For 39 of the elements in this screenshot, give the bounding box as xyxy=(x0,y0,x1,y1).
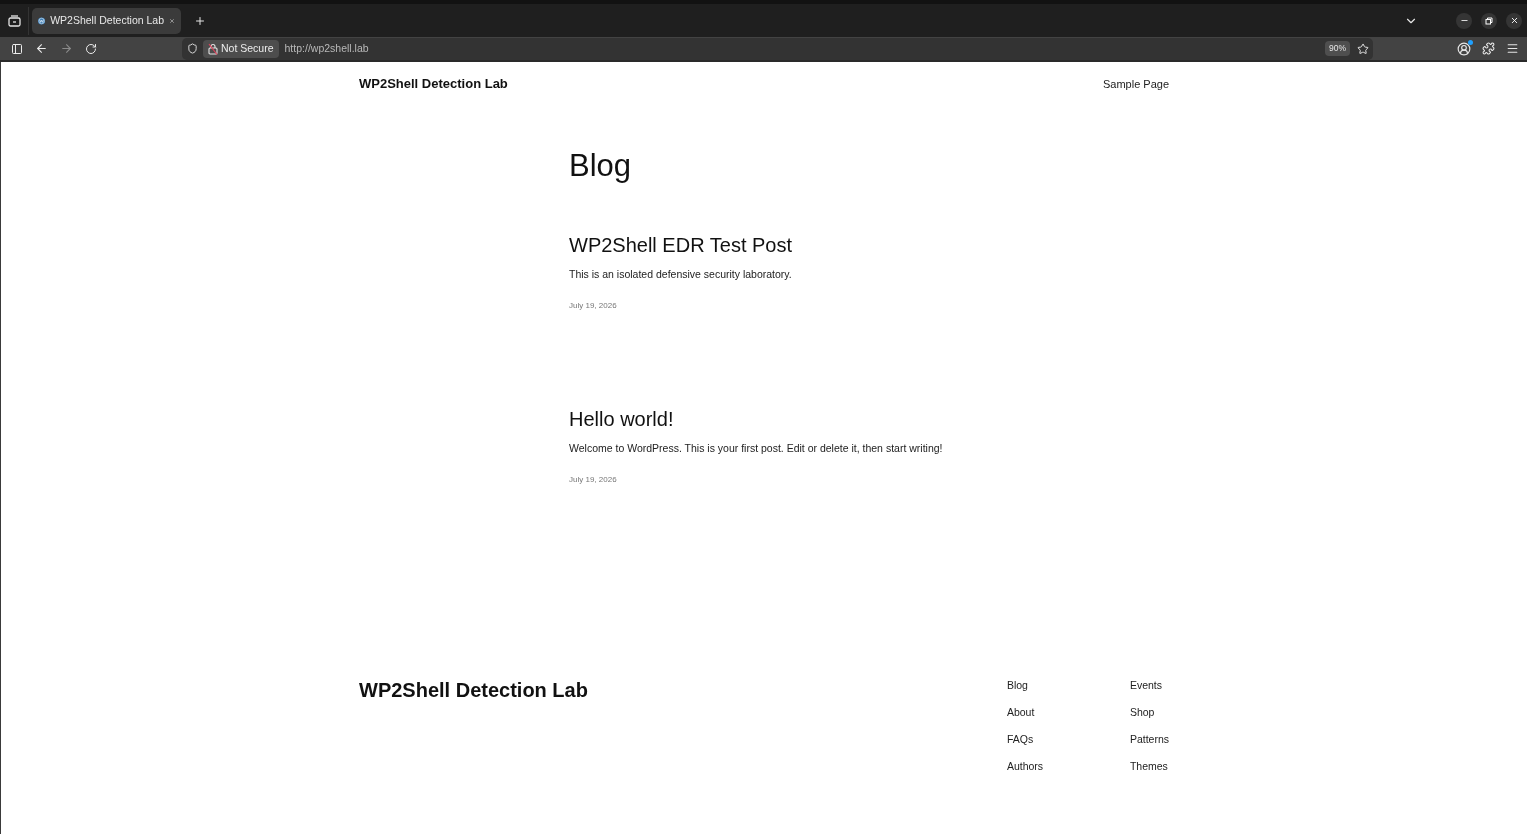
close-window-icon[interactable] xyxy=(1506,12,1522,29)
not-secure-badge[interactable]: Not Secure xyxy=(203,39,279,58)
footer-link[interactable]: Shop xyxy=(1129,704,1155,720)
footer-link[interactable]: Authors xyxy=(1006,758,1044,774)
menu-icon[interactable] xyxy=(1506,42,1519,55)
tab-list-icon[interactable] xyxy=(7,14,21,27)
reload-icon[interactable] xyxy=(85,42,97,55)
address-bar[interactable]: Not Secure http://wp2shell.lab 90% xyxy=(182,37,1373,60)
footer-site-title[interactable]: WP2Shell Detection Lab xyxy=(359,677,588,703)
forward-icon[interactable] xyxy=(60,42,73,55)
post-date[interactable]: July 19, 2026 xyxy=(569,474,617,486)
wordpress-logo-icon xyxy=(38,14,46,27)
lock-slash-icon xyxy=(208,42,218,55)
page-title: Blog xyxy=(569,147,633,184)
bookmark-star-icon[interactable] xyxy=(1357,42,1369,55)
post-title[interactable]: Hello world! xyxy=(569,407,1129,431)
url-text: http://wp2shell.lab xyxy=(284,40,369,56)
account-icon[interactable] xyxy=(1457,41,1471,56)
back-icon[interactable] xyxy=(35,42,48,55)
footer-link[interactable]: FAQs xyxy=(1006,731,1034,747)
new-tab-icon[interactable] xyxy=(194,14,206,27)
nav-link[interactable]: Sample Page xyxy=(1102,75,1169,93)
browser-tab[interactable]: WP2Shell Detection Lab xyxy=(32,7,181,34)
footer-link[interactable]: Blog xyxy=(1006,677,1028,693)
shield-icon[interactable] xyxy=(187,43,198,54)
footer-link[interactable]: Themes xyxy=(1129,758,1168,774)
restore-icon[interactable] xyxy=(1481,12,1497,29)
site-title[interactable]: WP2Shell Detection Lab xyxy=(359,74,508,94)
extensions-icon[interactable] xyxy=(1482,42,1495,55)
zoom-level-badge[interactable]: 90% xyxy=(1325,41,1350,56)
sidebar-icon[interactable] xyxy=(11,42,23,55)
footer-link[interactable]: Patterns xyxy=(1129,731,1169,747)
footer-link[interactable]: About xyxy=(1006,704,1035,720)
post-excerpt: This is an isolated defensive security laboratory. xyxy=(569,267,793,282)
footer-link[interactable]: Events xyxy=(1129,677,1162,693)
post-date[interactable]: July 19, 2026 xyxy=(569,300,617,312)
minimize-icon[interactable] xyxy=(1456,12,1472,29)
post-excerpt: Welcome to WordPress. This is your first post. Edit or delete it, then start writing! xyxy=(569,441,944,456)
post-title[interactable]: WP2Shell EDR Test Post xyxy=(569,233,1129,257)
